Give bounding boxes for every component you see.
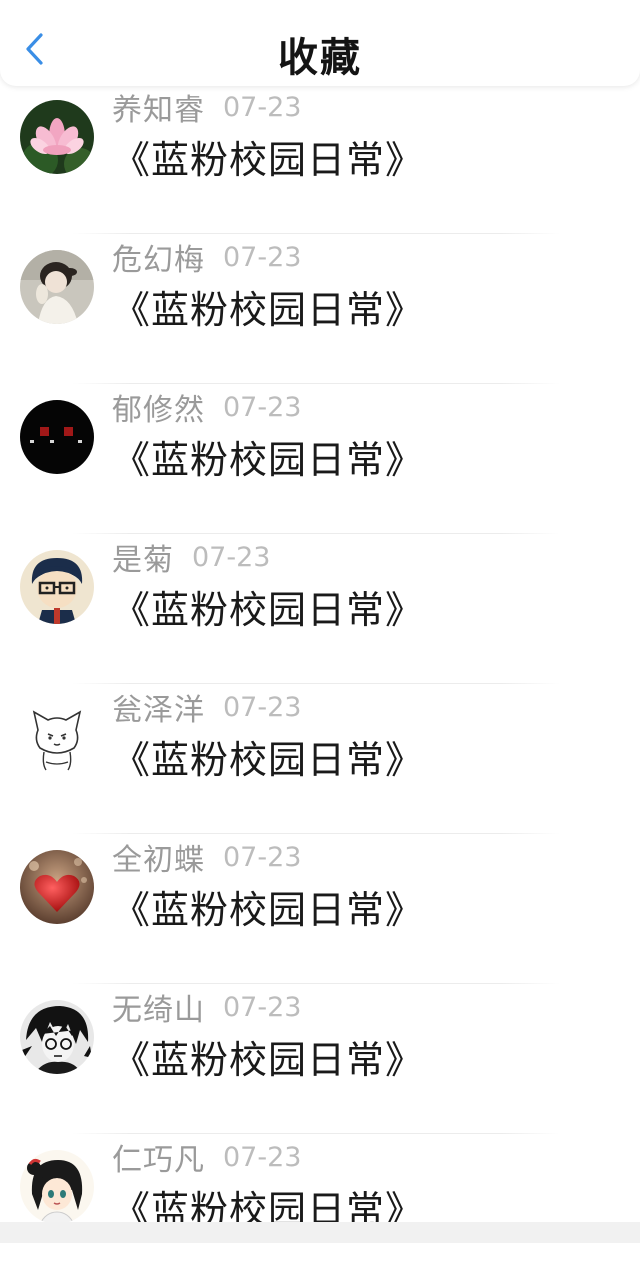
girl-photo-avatar[interactable]	[20, 250, 94, 324]
favorite-item[interactable]: 仁巧凡 07-23 《蓝粉校园日常》	[0, 1134, 640, 1284]
page-title: 收藏	[278, 35, 362, 81]
lotus-avatar[interactable]	[20, 100, 94, 174]
favorite-item[interactable]: 郁修然 07-23 《蓝粉校园日常》	[0, 384, 640, 534]
favorite-item[interactable]: 是菊 07-23 《蓝粉校园日常》	[0, 534, 640, 684]
bottom-bar	[0, 1222, 640, 1243]
author-name[interactable]: 是菊	[112, 535, 174, 579]
red-heart-avatar[interactable]	[20, 850, 94, 924]
book-title[interactable]: 《蓝粉校园日常》	[112, 582, 424, 638]
item-date: 07-23	[223, 991, 302, 1023]
favorite-item[interactable]: 危幻梅 07-23 《蓝粉校园日常》	[0, 234, 640, 384]
item-meta: 危幻梅 07-23	[112, 234, 301, 280]
item-date: 07-23	[192, 541, 271, 573]
anime-girl-avatar[interactable]	[20, 1150, 94, 1224]
author-name[interactable]: 瓮泽洋	[112, 685, 205, 729]
book-title[interactable]: 《蓝粉校园日常》	[112, 282, 424, 338]
item-meta: 郁修然 07-23	[112, 384, 301, 430]
author-name[interactable]: 全初蝶	[112, 835, 205, 879]
anime-boy-avatar[interactable]	[20, 1000, 94, 1074]
author-name[interactable]: 无绮山	[112, 985, 205, 1029]
author-name[interactable]: 郁修然	[112, 385, 205, 429]
item-meta: 仁巧凡 07-23	[112, 1134, 301, 1180]
author-name[interactable]: 养知睿	[112, 85, 205, 129]
book-title[interactable]: 《蓝粉校园日常》	[112, 432, 424, 488]
favorite-item[interactable]: 全初蝶 07-23 《蓝粉校园日常》	[0, 834, 640, 984]
book-title[interactable]: 《蓝粉校园日常》	[112, 882, 424, 938]
item-date: 07-23	[223, 1141, 302, 1173]
item-meta: 是菊 07-23	[112, 534, 270, 580]
author-name[interactable]: 危幻梅	[112, 235, 205, 279]
glasses-boy-avatar[interactable]	[20, 550, 94, 624]
black-text-avatar[interactable]	[20, 400, 94, 474]
cat-sketch-avatar[interactable]	[20, 700, 94, 774]
book-title[interactable]: 《蓝粉校园日常》	[112, 732, 424, 788]
item-meta: 无绮山 07-23	[112, 984, 301, 1030]
favorite-item[interactable]: 无绮山 07-23 《蓝粉校园日常》	[0, 984, 640, 1134]
item-date: 07-23	[223, 841, 302, 873]
item-date: 07-23	[223, 91, 302, 123]
book-title[interactable]: 《蓝粉校园日常》	[112, 1032, 424, 1088]
item-meta: 瓮泽洋 07-23	[112, 684, 301, 730]
item-meta: 全初蝶 07-23	[112, 834, 301, 880]
favorite-item[interactable]: 养知睿 07-23 《蓝粉校园日常》	[0, 84, 640, 234]
favorite-item[interactable]: 瓮泽洋 07-23 《蓝粉校园日常》	[0, 684, 640, 834]
item-date: 07-23	[223, 391, 302, 423]
item-meta: 养知睿 07-23	[112, 84, 301, 130]
item-date: 07-23	[223, 691, 302, 723]
book-title[interactable]: 《蓝粉校园日常》	[112, 132, 424, 188]
author-name[interactable]: 仁巧凡	[112, 1135, 205, 1179]
header: 收藏	[0, 0, 640, 86]
item-date: 07-23	[223, 241, 302, 273]
